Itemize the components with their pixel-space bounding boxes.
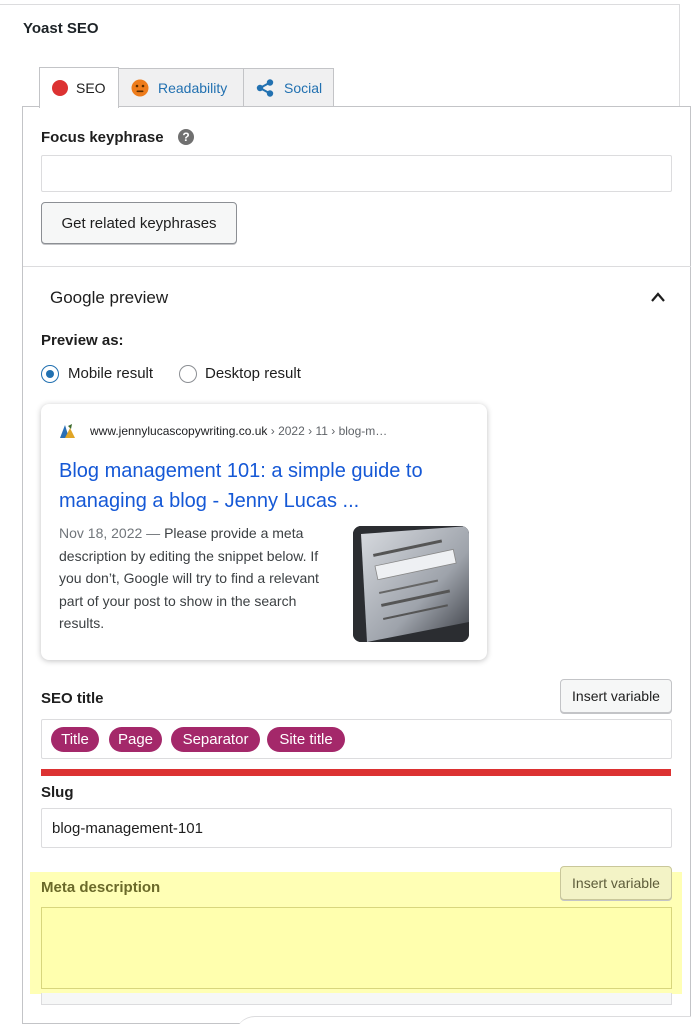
help-icon[interactable]: ? <box>178 129 194 145</box>
section-divider <box>23 266 691 267</box>
slug-label: Slug <box>41 784 74 801</box>
meta-description-input-bottom <box>41 993 672 1005</box>
tab-social[interactable]: Social <box>243 68 334 107</box>
variable-pill-page[interactable]: Page <box>109 727 162 752</box>
yoast-seo-metabox: Yoast SEO SEO Readability Social Focus k… <box>0 0 691 1024</box>
result-description: Nov 18, 2022 — Please provide a meta des… <box>59 522 341 635</box>
result-breadcrumb: › 2022 › 11 › blog-m… <box>267 424 388 438</box>
meta-description-label: Meta description <box>41 879 161 896</box>
variable-pill-separator[interactable]: Separator <box>171 727 260 752</box>
share-icon <box>256 79 274 97</box>
thumbnail-image <box>353 526 469 642</box>
tab-seo[interactable]: SEO <box>39 67 119 108</box>
result-title[interactable]: Blog management 101: a simple guide to m… <box>59 456 479 516</box>
seo-title-insert-variable-button[interactable]: Insert variable <box>560 679 672 713</box>
meta-description-insert-variable-button[interactable]: Insert variable <box>560 866 672 900</box>
tab-readability-label: Readability <box>158 80 228 96</box>
desktop-result-label[interactable]: Desktop result <box>205 365 301 382</box>
meta-description-input[interactable] <box>41 907 672 989</box>
desktop-result-radio[interactable] <box>179 365 197 383</box>
focus-keyphrase-input[interactable] <box>41 155 672 192</box>
variable-pill-title[interactable]: Title <box>51 727 99 752</box>
slug-value: blog-management-101 <box>52 820 203 837</box>
red-dot-icon <box>52 80 68 96</box>
neutral-face-icon <box>131 79 149 97</box>
get-related-keyphrases-button[interactable]: Get related keyphrases <box>41 202 237 244</box>
seo-title-label: SEO title <box>41 690 104 707</box>
result-date-separator: — <box>142 525 165 541</box>
mobile-result-label[interactable]: Mobile result <box>68 365 153 382</box>
result-domain: www.jennylucascopywriting.co.uk <box>90 424 268 438</box>
tab-social-label: Social <box>284 80 323 96</box>
google-mobile-preview-card: www.jennylucascopywriting.co.uk › 2022 ›… <box>41 404 487 660</box>
metabox-title: Yoast SEO <box>23 20 99 37</box>
chevron-up-icon[interactable] <box>650 291 666 303</box>
top-divider <box>0 4 680 5</box>
tab-readability[interactable]: Readability <box>118 68 244 107</box>
overlapping-panel-edge <box>235 1016 691 1024</box>
tab-seo-label: SEO <box>76 80 106 96</box>
site-favicon-icon <box>60 424 75 438</box>
result-url: www.jennylucascopywriting.co.uk › 2022 ›… <box>90 424 387 438</box>
preview-as-label: Preview as: <box>41 332 124 349</box>
mobile-result-radio[interactable] <box>41 365 59 383</box>
result-date: Nov 18, 2022 <box>59 525 143 541</box>
result-thumbnail <box>353 526 469 642</box>
seo-title-length-progress <box>41 769 671 776</box>
google-preview-title[interactable]: Google preview <box>50 288 168 308</box>
variable-pill-site-title[interactable]: Site title <box>267 727 345 752</box>
focus-keyphrase-label: Focus keyphrase <box>41 129 164 146</box>
